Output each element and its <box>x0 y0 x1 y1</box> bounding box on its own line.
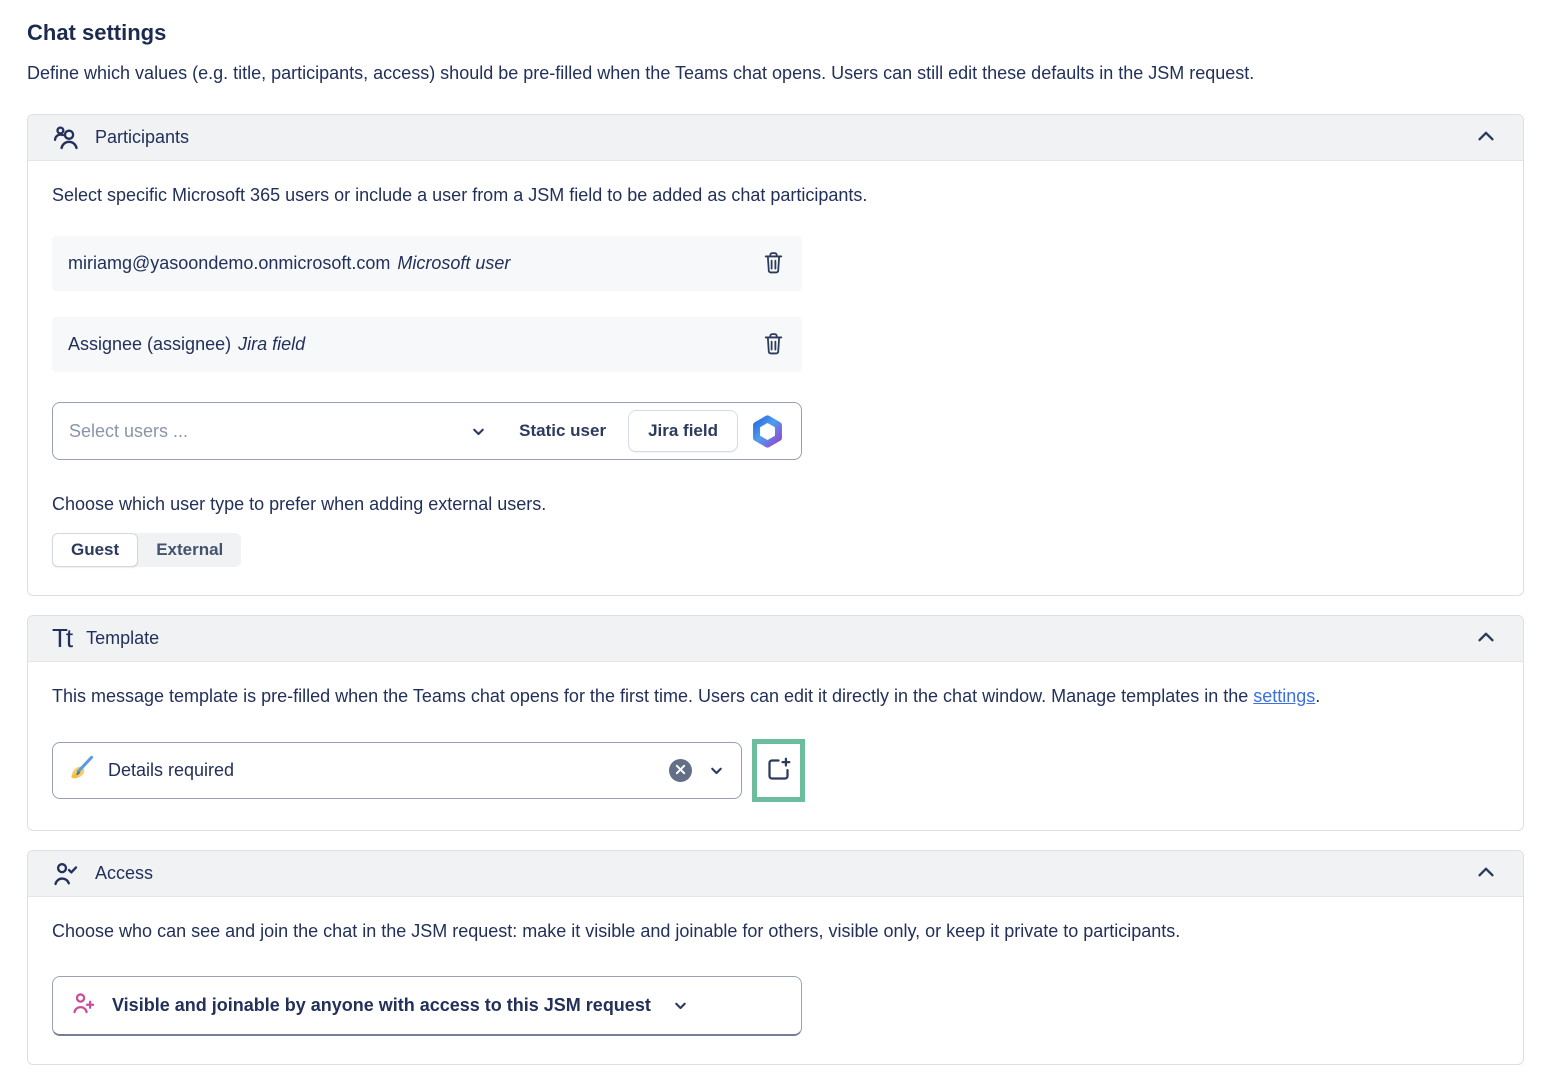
page-description: Define which values (e.g. title, partici… <box>27 58 1357 88</box>
participants-section-header[interactable]: Participants <box>28 115 1523 161</box>
chevron-up-icon <box>1475 626 1497 651</box>
access-selected-value: Visible and joinable by anyone with acce… <box>112 995 651 1016</box>
clear-template-button[interactable] <box>669 759 692 782</box>
participant-row: miriamg@yasoondemo.onmicrosoft.com Micro… <box>52 236 802 291</box>
participant-type: Jira field <box>238 334 305 355</box>
participant-type: Microsoft user <box>397 253 510 274</box>
external-option[interactable]: External <box>138 533 241 567</box>
template-section-title: Template <box>86 628 159 649</box>
access-select[interactable]: Visible and joinable by anyone with acce… <box>52 976 802 1036</box>
template-section-body: This message template is pre-filled when… <box>28 682 1523 830</box>
guest-option[interactable]: Guest <box>52 533 138 567</box>
microsoft-365-logo <box>750 414 785 449</box>
jira-field-toggle[interactable]: Jira field <box>628 410 738 452</box>
participants-section-title: Participants <box>95 127 189 148</box>
template-row: Details required <box>52 739 1499 802</box>
chevron-up-icon <box>1475 861 1497 886</box>
participants-section: Participants Select specific Microsoft 3… <box>27 114 1524 596</box>
delete-participant-button[interactable] <box>763 251 784 277</box>
template-description: This message template is pre-filled when… <box>52 682 1422 711</box>
participants-description: Select specific Microsoft 365 users or i… <box>52 181 1499 210</box>
template-section-header[interactable]: Tt Template <box>28 616 1523 662</box>
template-section: Tt Template This message template is pre… <box>27 615 1524 831</box>
access-section-header[interactable]: Access <box>28 851 1523 897</box>
user-select-row: Select users ... Static user Jira field <box>52 402 802 460</box>
chevron-down-icon <box>672 997 689 1014</box>
user-select-placeholder: Select users ... <box>69 421 188 442</box>
chat-settings-page: Chat settings Define which values (e.g. … <box>0 0 1555 1065</box>
access-section-body: Choose who can see and join the chat in … <box>28 917 1523 1064</box>
trash-icon <box>763 332 784 358</box>
chevron-up-icon <box>1475 125 1497 150</box>
participant-name: Assignee (assignee) <box>68 334 231 355</box>
open-template-editor-button[interactable] <box>765 756 792 786</box>
user-type-toggle: Guest External <box>52 533 241 567</box>
trash-icon <box>763 251 784 277</box>
user-type-hint: Choose which user type to prefer when ad… <box>52 490 1499 519</box>
user-plus-icon <box>71 990 97 1021</box>
template-description-text: This message template is pre-filled when… <box>52 686 1253 706</box>
users-icon <box>52 124 80 152</box>
chevron-down-icon[interactable] <box>708 762 725 779</box>
text-style-icon: Tt <box>52 627 71 651</box>
page-title: Chat settings <box>27 20 1524 46</box>
collapse-template-button[interactable] <box>1473 624 1499 653</box>
access-description: Choose who can see and join the chat in … <box>52 917 1499 946</box>
user-check-icon <box>52 860 80 888</box>
user-select[interactable]: Select users ... <box>69 403 509 459</box>
writing-hand-icon <box>69 755 95 786</box>
participant-name: miriamg@yasoondemo.onmicrosoft.com <box>68 253 390 274</box>
participant-row: Assignee (assignee) Jira field <box>52 317 802 372</box>
new-window-plus-icon <box>765 756 792 786</box>
access-section: Access Choose who can see and join the c… <box>27 850 1524 1065</box>
collapse-access-button[interactable] <box>1473 859 1499 888</box>
static-user-toggle[interactable]: Static user <box>509 421 616 441</box>
settings-link[interactable]: settings <box>1253 686 1315 706</box>
collapse-participants-button[interactable] <box>1473 123 1499 152</box>
participants-section-body: Select specific Microsoft 365 users or i… <box>28 181 1523 595</box>
template-select[interactable]: Details required <box>52 742 742 799</box>
circle-x-icon <box>675 763 686 778</box>
delete-participant-button[interactable] <box>763 332 784 358</box>
open-template-editor-highlight <box>752 739 805 802</box>
template-selected-value: Details required <box>108 760 234 781</box>
access-section-title: Access <box>95 863 153 884</box>
template-description-period: . <box>1315 686 1320 706</box>
chevron-down-icon <box>470 423 509 440</box>
